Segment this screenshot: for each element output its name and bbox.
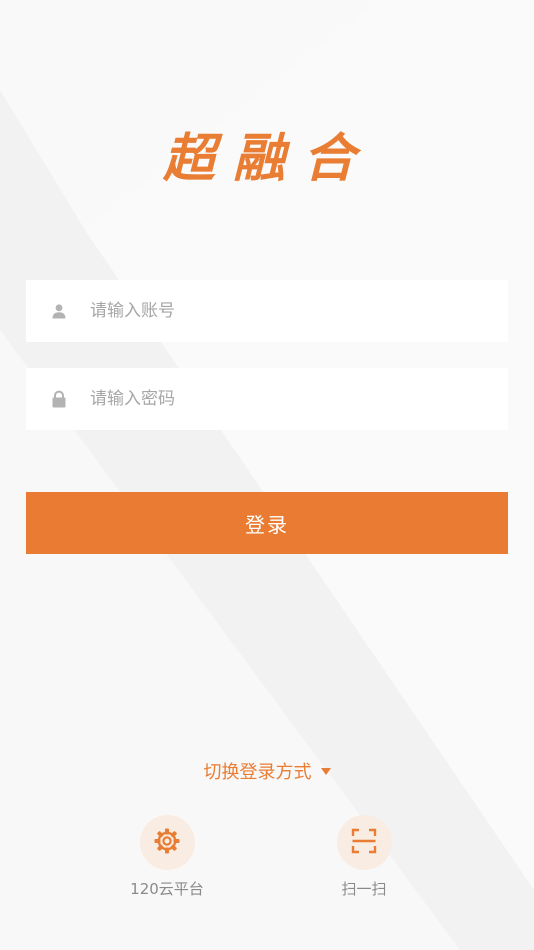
switch-login-label: 切换登录方式: [203, 762, 312, 783]
logo: 超融合: [163, 128, 363, 189]
scan-icon: [351, 828, 377, 858]
cloud-platform-button[interactable]: [139, 815, 195, 870]
switch-login-method[interactable]: 切换登录方式: [204, 758, 331, 784]
account-field[interactable]: [26, 280, 508, 342]
scan-label: 扫一扫: [341, 880, 387, 898]
switch-login-row: 切换登录方式: [0, 756, 534, 786]
scan-button[interactable]: [336, 815, 392, 870]
cloud-platform-label: 120云平台: [130, 880, 204, 898]
cloud-platform-shortcut[interactable]: 120云平台: [112, 815, 222, 899]
password-field[interactable]: [26, 368, 508, 430]
lock-icon: [50, 390, 68, 408]
login-button[interactable]: 登录: [26, 492, 508, 554]
scan-shortcut[interactable]: 扫一扫: [309, 815, 419, 899]
gear-icon: [153, 827, 181, 859]
account-input[interactable]: [90, 280, 508, 342]
logo-text: 超融合: [163, 128, 363, 189]
password-input[interactable]: [90, 368, 508, 430]
caret-down-icon: [320, 767, 331, 775]
user-icon: [50, 302, 68, 320]
